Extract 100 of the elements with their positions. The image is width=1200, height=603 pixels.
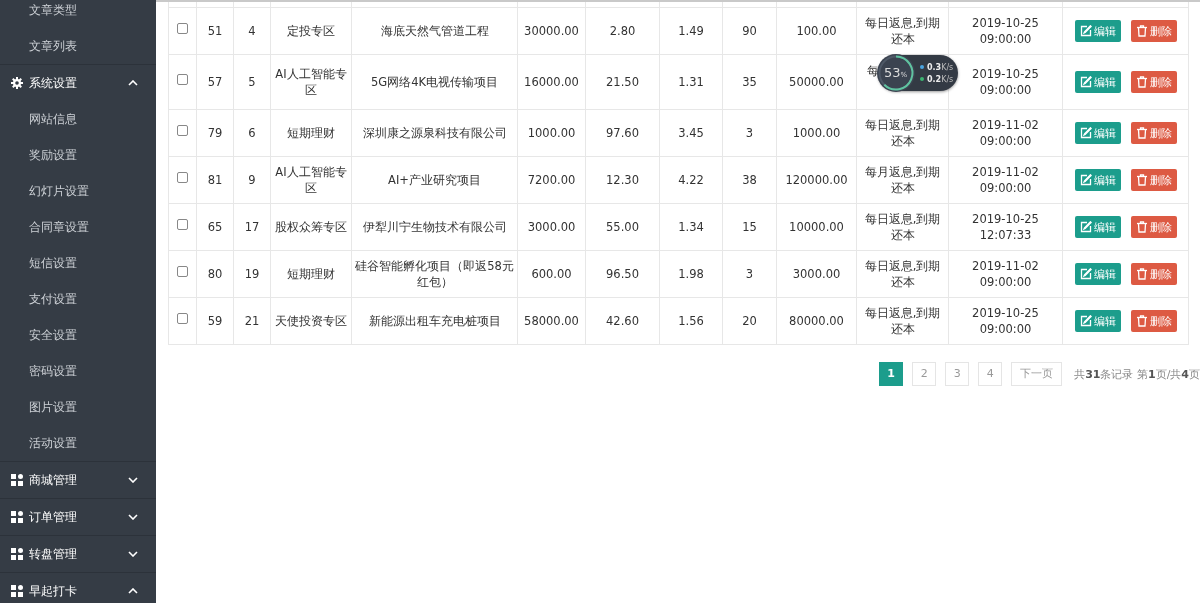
edit-icon xyxy=(1079,315,1092,327)
table-cell: 120000.00 xyxy=(776,156,857,204)
page-button[interactable]: 1 xyxy=(879,362,904,386)
menu-item[interactable]: 奖励设置 xyxy=(0,137,156,173)
gauge-ring-icon xyxy=(876,53,916,93)
table-cell: 19 xyxy=(233,250,271,298)
menu-item[interactable]: 安全设置 xyxy=(0,317,156,353)
page-button[interactable]: 3 xyxy=(945,362,970,386)
table-cell: 59 xyxy=(196,297,234,345)
edit-button[interactable]: 编辑 xyxy=(1074,122,1121,144)
edit-button[interactable]: 编辑 xyxy=(1074,169,1121,191)
menu-item[interactable]: 图片设置 xyxy=(0,389,156,425)
table-cell: 100.00 xyxy=(776,7,857,55)
edit-button[interactable]: 编辑 xyxy=(1074,20,1121,42)
table-cell: 每日返息,到期还本 xyxy=(856,109,949,157)
table-cell: 5G网络4K电视传输项目 xyxy=(351,54,518,110)
checkbox[interactable] xyxy=(177,172,188,183)
table-cell: 每日返息,到期还本 xyxy=(856,297,949,345)
menu-item[interactable]: 支付设置 xyxy=(0,281,156,317)
menu-group-label: 早起打卡 xyxy=(29,582,78,600)
table-cell: AI人工智能专区 xyxy=(270,156,352,204)
menu-group-label: 商城管理 xyxy=(29,471,78,489)
menu-item[interactable]: 活动设置 xyxy=(0,425,156,461)
checkbox[interactable] xyxy=(177,125,188,136)
checkbox[interactable] xyxy=(177,23,188,34)
checkbox[interactable] xyxy=(177,74,188,85)
status-dot-icon xyxy=(920,65,924,69)
edit-button[interactable]: 编辑 xyxy=(1074,71,1121,93)
menu-group[interactable]: 商城管理 xyxy=(0,462,156,498)
menu-item[interactable]: 幻灯片设置 xyxy=(0,173,156,209)
table-cell: AI+产业研究项目 xyxy=(351,156,518,204)
table-cell: 1.34 xyxy=(659,203,723,251)
menu-group[interactable]: 系统设置 xyxy=(0,65,156,101)
table-cell: 21 xyxy=(233,297,271,345)
download-rate: 0.2K/s xyxy=(927,74,954,84)
menu-item[interactable]: 网站信息 xyxy=(0,101,156,137)
table-cell: 1000.00 xyxy=(517,109,586,157)
menu-group[interactable]: 早起打卡 xyxy=(0,573,156,603)
table-cell: 30000.00 xyxy=(517,7,586,55)
menu-group[interactable]: 订单管理 xyxy=(0,499,156,535)
page-button[interactable]: 2 xyxy=(912,362,937,386)
table-cell: 深圳康之源泉科技有限公司 xyxy=(351,109,518,157)
delete-button[interactable]: 删除 xyxy=(1130,216,1177,238)
table-cell: 2019-10-25 09:00:00 xyxy=(948,7,1063,55)
menu-group-label: 系统设置 xyxy=(29,74,78,92)
table-cell: 6 xyxy=(233,109,271,157)
menu-item[interactable]: 短信设置 xyxy=(0,245,156,281)
table-cell: 80000.00 xyxy=(776,297,857,345)
next-page-button[interactable]: 下一页 xyxy=(1011,362,1063,386)
edit-icon xyxy=(1079,268,1092,280)
table-cell: 每日返息,到期还本 xyxy=(856,203,949,251)
menu-item[interactable]: 合同章设置 xyxy=(0,209,156,245)
grid-icon xyxy=(11,548,23,560)
table-cell: 4 xyxy=(233,7,271,55)
delete-button[interactable]: 删除 xyxy=(1130,71,1177,93)
table-cell: 7200.00 xyxy=(517,156,586,204)
grid-icon xyxy=(11,511,23,523)
trash-icon xyxy=(1135,127,1148,139)
checkbox[interactable] xyxy=(177,266,188,277)
delete-button[interactable]: 删除 xyxy=(1130,310,1177,332)
checkbox[interactable] xyxy=(177,313,188,324)
table-cell: 12.30 xyxy=(585,156,660,204)
checkbox[interactable] xyxy=(177,219,188,230)
trash-icon xyxy=(1135,315,1148,327)
table-cell: 海底天然气管道工程 xyxy=(351,7,518,55)
table-cell: 17 xyxy=(233,203,271,251)
table-cell: 2019-11-02 09:00:00 xyxy=(948,156,1063,204)
delete-button[interactable]: 删除 xyxy=(1130,169,1177,191)
table-cell: 15 xyxy=(722,203,777,251)
table-cell: 50000.00 xyxy=(776,54,857,110)
edit-button[interactable]: 编辑 xyxy=(1074,216,1121,238)
edit-button[interactable]: 编辑 xyxy=(1074,310,1121,332)
menu-item[interactable]: 文章类型 xyxy=(0,0,156,28)
grid-icon xyxy=(11,585,23,597)
table-cell: 2019-11-02 09:00:00 xyxy=(948,109,1063,157)
table-cell: 80 xyxy=(196,250,234,298)
menu-item[interactable]: 文章列表 xyxy=(0,28,156,64)
delete-button[interactable]: 删除 xyxy=(1130,263,1177,285)
edit-icon xyxy=(1079,127,1092,139)
delete-button[interactable]: 删除 xyxy=(1130,122,1177,144)
menu-item[interactable]: 密码设置 xyxy=(0,353,156,389)
edit-button[interactable]: 编辑 xyxy=(1074,263,1121,285)
edit-icon xyxy=(1079,25,1092,37)
table-cell: 股权众筹专区 xyxy=(270,203,352,251)
table-cell: 96.50 xyxy=(585,250,660,298)
table-cell: 38 xyxy=(722,156,777,204)
table-cell: 81 xyxy=(196,156,234,204)
upload-rate: 0.3K/s xyxy=(927,62,954,72)
table-cell: 3 xyxy=(722,109,777,157)
table-cell: 天使投资专区 xyxy=(270,297,352,345)
menu-group[interactable]: 转盘管理 xyxy=(0,536,156,572)
table-cell: 4.22 xyxy=(659,156,723,204)
edit-icon xyxy=(1079,76,1092,88)
page-button[interactable]: 4 xyxy=(978,362,1003,386)
delete-button[interactable]: 删除 xyxy=(1130,20,1177,42)
table-cell: 58000.00 xyxy=(517,297,586,345)
table-cell: 1.56 xyxy=(659,297,723,345)
table-cell: 2019-11-02 09:00:00 xyxy=(948,250,1063,298)
table-cell: 短期理财 xyxy=(270,109,352,157)
table-cell: 新能源出租车充电桩项目 xyxy=(351,297,518,345)
